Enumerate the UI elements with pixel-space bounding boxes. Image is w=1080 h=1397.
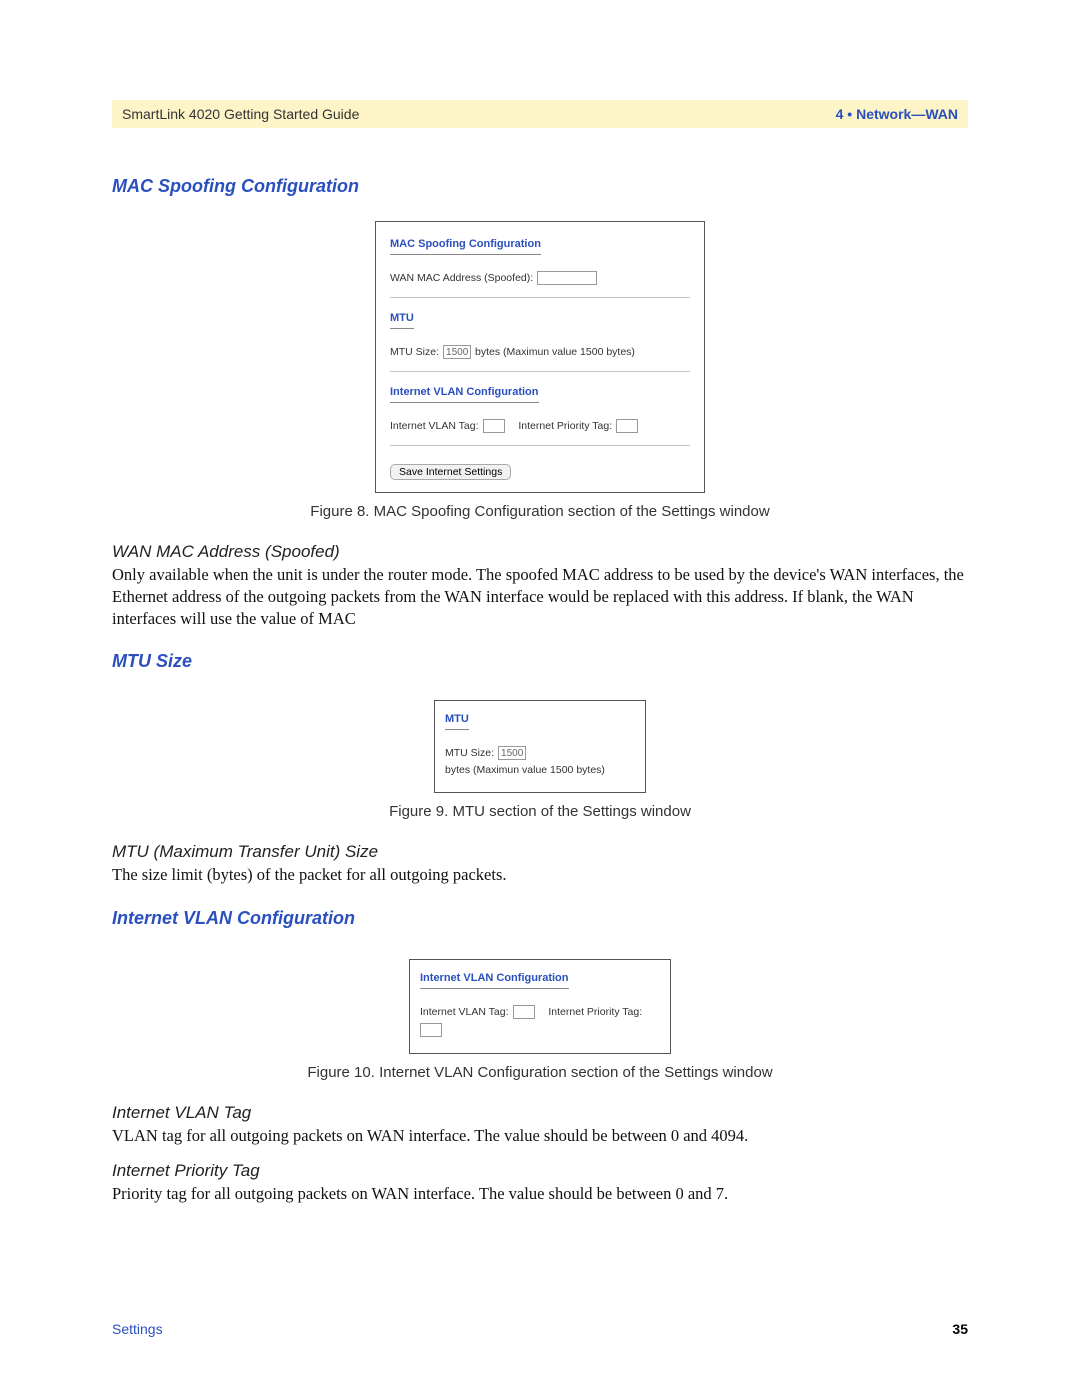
divider <box>390 371 690 372</box>
figure-10-wrap: Internet VLAN Configuration Internet VLA… <box>112 947 968 1054</box>
mac-spoofing-heading: MAC Spoofing Configuration <box>112 176 968 197</box>
priority-tag-label-10: Internet Priority Tag: <box>548 1006 642 1018</box>
vlan-tag-input-10[interactable] <box>513 1005 535 1019</box>
vlan-tag-label-10: Internet VLAN Tag: <box>420 1006 509 1018</box>
footer-right: 35 <box>952 1321 968 1337</box>
save-internet-settings-button[interactable]: Save Internet Settings <box>390 464 511 480</box>
priority-tag-input[interactable] <box>616 419 638 433</box>
vlan-heading: Internet VLAN Configuration <box>112 908 968 929</box>
mtu-body: The size limit (bytes) of the packet for… <box>112 864 968 886</box>
panel-title-mtu: MTU <box>390 312 414 329</box>
panel-title-mtu-9: MTU <box>445 713 469 730</box>
priority-tag-body: Priority tag for all outgoing packets on… <box>112 1183 968 1205</box>
footer-left: Settings <box>112 1321 163 1337</box>
mtu-size-input[interactable]: 1500 <box>443 345 471 359</box>
priority-tag-label: Internet Priority Tag: <box>518 420 612 432</box>
panel-title-vlan-10: Internet VLAN Configuration <box>420 972 569 989</box>
mtu-note: bytes (Maximun value 1500 bytes) <box>475 346 635 358</box>
priority-tag-subhead: Internet Priority Tag <box>112 1161 968 1181</box>
figure-10-caption: Figure 10. Internet VLAN Configuration s… <box>112 1064 968 1081</box>
wan-mac-input[interactable] <box>537 271 597 285</box>
figure-9-box: MTU MTU Size: 1500 bytes (Maximun value … <box>434 700 646 793</box>
mtu-size-heading: MTU Size <box>112 651 968 672</box>
vlan-tag-label: Internet VLAN Tag: <box>390 420 479 432</box>
figure-9-caption: Figure 9. MTU section of the Settings wi… <box>112 803 968 820</box>
divider <box>390 297 690 298</box>
figure-8-caption: Figure 8. MAC Spoofing Configuration sec… <box>112 503 968 520</box>
mtu-size-input-9[interactable]: 1500 <box>498 746 526 760</box>
wan-mac-subhead: WAN MAC Address (Spoofed) <box>112 542 968 562</box>
header-left: SmartLink 4020 Getting Started Guide <box>122 106 359 122</box>
divider <box>390 445 690 446</box>
panel-title-mac: MAC Spoofing Configuration <box>390 238 541 255</box>
figure-9-wrap: MTU MTU Size: 1500 bytes (Maximun value … <box>112 690 968 793</box>
figure-10-box: Internet VLAN Configuration Internet VLA… <box>409 959 671 1054</box>
figure-8-box: MAC Spoofing Configuration WAN MAC Addre… <box>375 221 705 493</box>
vlan-tag-input[interactable] <box>483 419 505 433</box>
mtu-size-label-9: MTU Size: <box>445 747 494 759</box>
page-footer: Settings 35 <box>112 1321 968 1337</box>
wan-mac-body: Only available when the unit is under th… <box>112 564 968 629</box>
vlan-tag-body: VLAN tag for all outgoing packets on WAN… <box>112 1125 968 1147</box>
figure-8-wrap: MAC Spoofing Configuration WAN MAC Addre… <box>112 215 968 493</box>
wan-mac-label: WAN MAC Address (Spoofed): <box>390 272 533 284</box>
priority-tag-input-10[interactable] <box>420 1023 442 1037</box>
mtu-subhead: MTU (Maximum Transfer Unit) Size <box>112 842 968 862</box>
header-right: 4 • Network—WAN <box>836 106 958 122</box>
vlan-tag-subhead: Internet VLAN Tag <box>112 1103 968 1123</box>
mtu-size-label: MTU Size: <box>390 346 439 358</box>
page-header: SmartLink 4020 Getting Started Guide 4 •… <box>112 100 968 128</box>
mtu-note-9: bytes (Maximun value 1500 bytes) <box>445 764 605 776</box>
panel-title-vlan: Internet VLAN Configuration <box>390 386 539 403</box>
